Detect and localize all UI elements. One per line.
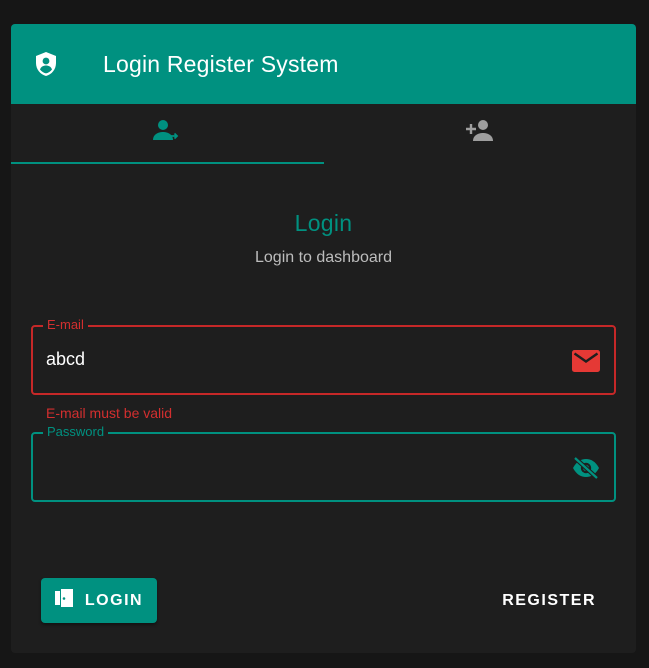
account-plus-icon (465, 119, 495, 148)
tab-login[interactable] (11, 104, 324, 164)
shield-account-icon (33, 51, 59, 77)
password-field: Password (31, 425, 616, 502)
email-field: E-mail (31, 318, 616, 395)
email-error-message: E-mail must be valid (46, 405, 173, 421)
account-login-icon (153, 119, 181, 148)
form-header: Login Login to dashboard (11, 210, 636, 267)
tab-bar (11, 104, 636, 164)
password-label: Password (43, 425, 109, 439)
login-card: Login Register System Login Login to das… (11, 24, 636, 653)
login-button-label: LOGIN (84, 591, 144, 609)
email-icon (572, 349, 600, 373)
form-subtitle: Login to dashboard (255, 249, 392, 266)
login-button[interactable]: LOGIN (41, 578, 157, 623)
register-button[interactable]: REGISTER (490, 578, 608, 623)
email-input[interactable] (46, 349, 546, 370)
password-input[interactable] (46, 456, 546, 477)
active-tab-indicator (11, 162, 324, 164)
tab-register[interactable] (324, 104, 637, 164)
email-label: E-mail (43, 318, 88, 332)
eye-off-icon[interactable] (572, 456, 600, 480)
form-title: Login (294, 210, 353, 236)
door-icon (54, 589, 75, 612)
register-button-label: REGISTER (502, 591, 596, 609)
app-bar: Login Register System (11, 24, 636, 104)
app-title: Login Register System (103, 50, 339, 77)
